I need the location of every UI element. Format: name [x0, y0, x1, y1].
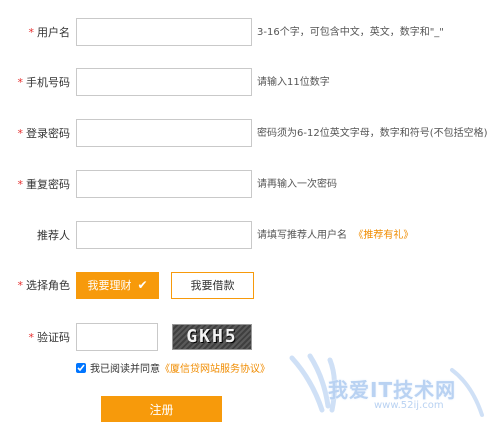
- username-label-wrap: * 用户名: [0, 25, 71, 41]
- password-label-wrap: * 登录密码: [0, 126, 71, 142]
- required-star: *: [17, 279, 24, 292]
- required-star: *: [17, 178, 24, 191]
- required-star: *: [28, 26, 35, 39]
- phone-hint: 请输入11位数字: [257, 77, 330, 88]
- password-repeat-label: 重复密码: [26, 178, 70, 191]
- captcha-label: 验证码: [37, 331, 70, 344]
- required-star: *: [17, 127, 24, 140]
- required-star: *: [17, 76, 24, 89]
- role-invest-label: 我要理财: [87, 279, 132, 292]
- password-hint: 密码须为6-12位英文字母，数字和符号(不包括空格): [257, 128, 488, 139]
- username-hint: 3-16个字，可包含中文，英文，数字和"_": [257, 27, 444, 38]
- watermark-logo-icon: [289, 353, 484, 417]
- watermark: 我爱IT技术网 www.52ij.com: [282, 350, 500, 424]
- phone-input[interactable]: [76, 68, 252, 96]
- agreement-checkbox[interactable]: [76, 363, 86, 373]
- password-repeat-hint: 请再输入一次密码: [257, 179, 337, 190]
- referrer-hint: 请填写推荐人用户名: [257, 230, 347, 241]
- role-invest-button[interactable]: 我要理财 ✔: [76, 272, 159, 299]
- check-icon: ✔: [137, 278, 148, 292]
- role-label: 选择角色: [26, 279, 70, 292]
- required-star: *: [28, 331, 35, 344]
- phone-label: 手机号码: [26, 76, 70, 89]
- referrer-input[interactable]: [76, 221, 252, 249]
- password-input[interactable]: [76, 119, 252, 147]
- referrer-label-wrap: 推荐人: [0, 228, 70, 244]
- referrer-label: 推荐人: [37, 229, 70, 242]
- captcha-label-wrap: * 验证码: [0, 330, 71, 346]
- agreement-text: 我已阅读并同意: [90, 364, 160, 375]
- agreement: 我已阅读并同意《厦信贷网站服务协议》: [76, 363, 270, 377]
- referrer-hint-wrap: 请填写推荐人用户名 《推荐有礼》: [257, 229, 413, 243]
- referral-reward-link[interactable]: 《推荐有礼》: [353, 230, 413, 241]
- watermark-url: www.52ij.com: [374, 400, 444, 411]
- role-borrow-button[interactable]: 我要借款: [171, 272, 254, 299]
- role-label-wrap: * 选择角色: [0, 278, 71, 294]
- watermark-text: 我爱IT技术网: [328, 378, 457, 402]
- password-repeat-label-wrap: * 重复密码: [0, 177, 71, 193]
- captcha-input[interactable]: [76, 323, 158, 351]
- register-button[interactable]: 注册: [101, 396, 222, 422]
- password-repeat-input[interactable]: [76, 170, 252, 198]
- username-label: 用户名: [37, 26, 70, 39]
- role-borrow-label: 我要借款: [190, 279, 235, 292]
- phone-label-wrap: * 手机号码: [0, 75, 71, 91]
- captcha-image[interactable]: GKH5: [172, 324, 252, 350]
- password-label: 登录密码: [26, 127, 70, 140]
- username-input[interactable]: [76, 18, 252, 46]
- service-agreement-link[interactable]: 《厦信贷网站服务协议》: [160, 364, 270, 375]
